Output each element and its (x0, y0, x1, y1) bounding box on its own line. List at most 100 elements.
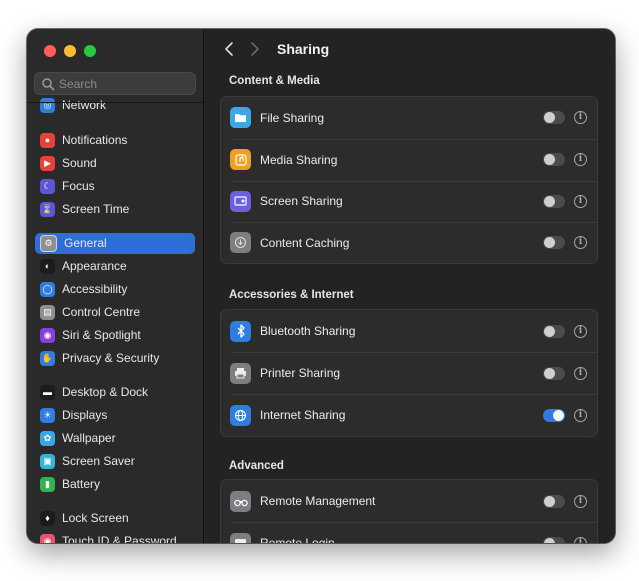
screensaver-icon: ▣ (40, 453, 55, 469)
sidebar-item-label: Sound (62, 156, 97, 170)
printer-sharing-toggle[interactable] (543, 366, 565, 380)
row-file-sharing: File Sharing i (221, 97, 597, 139)
row-label: Remote Login (260, 536, 335, 543)
bell-icon: ● (40, 132, 55, 148)
sidebar-item-control-centre[interactable]: ▤ Control Centre (35, 302, 195, 323)
toggle-knob (544, 537, 555, 543)
moon-icon: ☾ (40, 178, 55, 194)
binoculars-icon (230, 490, 251, 512)
settings-group: Bluetooth Sharing i Printer Sharing i Intern… (220, 309, 598, 437)
sidebar-divider (27, 102, 203, 103)
row-label: Remote Management (260, 494, 376, 508)
remote-management-toggle[interactable] (543, 494, 565, 508)
sidebar-item-label: Screen Time (62, 202, 130, 216)
sidebar-item-label: Wallpaper (62, 431, 116, 445)
search-field[interactable]: Search (34, 72, 196, 95)
close-button[interactable] (44, 45, 56, 57)
sidebar-item-touch-id-password[interactable]: ◉ Touch ID & Password (35, 531, 195, 543)
toggle-knob (544, 112, 555, 124)
info-icon[interactable]: i (574, 111, 587, 125)
section-title: Advanced (229, 460, 284, 472)
sidebar-item-label: Appearance (62, 259, 127, 273)
sidebar-item-lock-screen[interactable]: ♦ Lock Screen (35, 508, 195, 529)
sidebar-item-desktop-dock[interactable]: ▬ Desktop & Dock (35, 382, 195, 403)
minimize-button[interactable] (64, 45, 76, 57)
info-icon[interactable]: i (574, 408, 587, 422)
sidebar-item-screen-time[interactable]: ⌛ Screen Time (35, 199, 195, 220)
printer-icon (230, 362, 251, 384)
bluetooth-sharing-toggle[interactable] (543, 324, 565, 338)
screen-sharing-icon (230, 190, 251, 212)
info-icon[interactable]: i (574, 236, 587, 249)
appearance-icon: ◐ (40, 258, 55, 274)
flower-icon: ✿ (40, 430, 55, 446)
sidebar-item-label: Displays (62, 408, 108, 422)
settings-group: Remote Management i Remote Login i (220, 479, 598, 543)
info-icon[interactable]: i (574, 324, 587, 338)
download-icon (230, 232, 251, 253)
file-sharing-toggle[interactable] (543, 111, 565, 125)
sidebar-item-label: Screen Saver (62, 454, 135, 468)
bluetooth-icon (230, 320, 251, 342)
sidebar-item-siri-spotlight[interactable]: ◉ Siri & Spotlight (35, 325, 195, 346)
battery-icon: ▮ (40, 476, 55, 492)
info-icon[interactable]: i (574, 366, 587, 380)
back-button[interactable] (221, 40, 237, 58)
fingerprint-icon: ◉ (40, 533, 55, 543)
section-title: Accessories & Internet (229, 289, 354, 301)
internet-sharing-toggle[interactable] (543, 408, 565, 422)
globe-icon: ◎ (40, 97, 55, 113)
sidebar-item-sound[interactable]: ▶ Sound (35, 153, 195, 174)
lock-icon: ♦ (40, 510, 55, 526)
info-icon[interactable]: i (574, 494, 587, 508)
sidebar-item-general[interactable]: ⚙ General (35, 232, 195, 254)
sidebar-item-label: Focus (62, 179, 95, 193)
sidebar-item-appearance[interactable]: ◐ Appearance (35, 256, 195, 277)
globe-icon (230, 404, 251, 426)
sidebar-item-displays[interactable]: ☀ Displays (35, 405, 195, 426)
info-icon[interactable]: i (574, 194, 587, 208)
folder-icon (230, 107, 251, 129)
sidebar-item-battery[interactable]: ▮ Battery (35, 474, 195, 495)
search-icon (42, 77, 55, 90)
toggle-knob (544, 237, 555, 248)
row-internet-sharing: Internet Sharing i (221, 394, 597, 436)
settings-group: File Sharing i Media Sharing i Screen Sharin… (220, 96, 598, 264)
row-label: Screen Sharing (260, 194, 343, 209)
sidebar-item-screen-saver[interactable]: ▣ Screen Saver (35, 451, 195, 472)
info-icon[interactable]: i (574, 153, 587, 166)
content-caching-toggle[interactable] (543, 236, 565, 249)
sidebar-item-label: Network (62, 98, 107, 112)
speaker-icon: ▶ (40, 155, 55, 171)
page-title: Sharing (277, 41, 330, 57)
sidebar-item-label: General (64, 236, 107, 250)
sidebar-item-wallpaper[interactable]: ✿ Wallpaper (35, 428, 195, 449)
sidebar-item-label: Control Centre (62, 305, 141, 319)
sidebar-item-label: Siri & Spotlight (62, 328, 141, 342)
row-label: Media Sharing (260, 152, 338, 167)
row-remote-login: Remote Login i (221, 522, 597, 543)
dock-icon: ▬ (40, 384, 55, 400)
sidebar-item-accessibility[interactable]: ◯ Accessibility (35, 279, 195, 300)
toggle-knob (544, 495, 555, 507)
remote-login-toggle[interactable] (543, 536, 565, 543)
sidebar-item-privacy-security[interactable]: ✋ Privacy & Security (35, 348, 195, 369)
search-input: Search (59, 76, 98, 91)
row-label: Content Caching (260, 235, 350, 250)
row-bluetooth-sharing: Bluetooth Sharing i (221, 310, 597, 352)
row-label: Bluetooth Sharing (260, 324, 356, 338)
row-label: File Sharing (260, 110, 325, 125)
toggle-knob (544, 367, 555, 379)
media-sharing-toggle[interactable] (543, 153, 565, 166)
sidebar-item-label: Touch ID & Password (62, 534, 177, 543)
sidebar-item-notifications[interactable]: ● Notifications (35, 130, 195, 151)
screen-sharing-toggle[interactable] (543, 194, 565, 208)
sidebar-item-focus[interactable]: ☾ Focus (35, 176, 195, 197)
sidebar-item-network[interactable]: ◎ Network (35, 95, 195, 116)
forward-button[interactable] (247, 40, 263, 58)
hand-icon: ✋ (40, 350, 55, 366)
zoom-button[interactable] (84, 45, 96, 57)
sidebar-item-label: Privacy & Security (62, 351, 160, 365)
info-icon[interactable]: i (574, 536, 587, 543)
siri-icon: ◉ (40, 327, 55, 343)
